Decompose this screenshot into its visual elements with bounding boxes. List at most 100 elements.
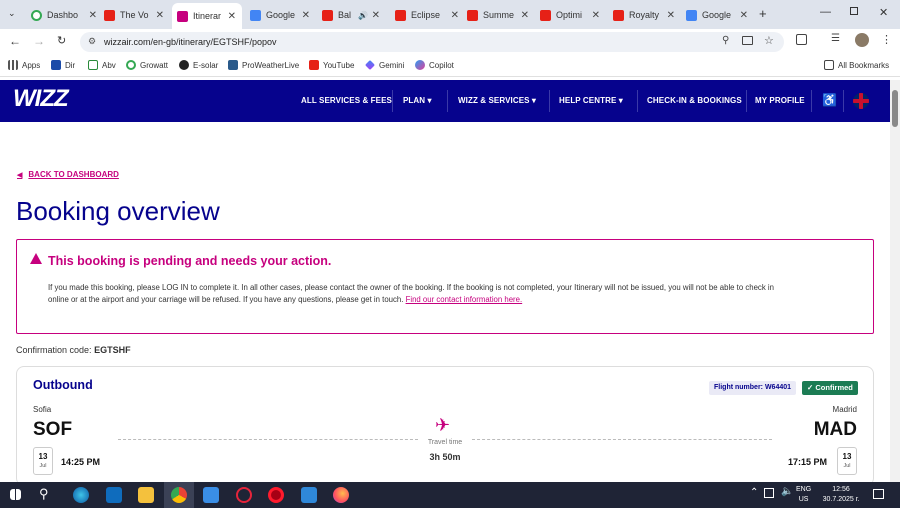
remote-desktop-icon[interactable] (301, 487, 317, 503)
tab-search-chevron-icon[interactable]: ⌄ (8, 8, 16, 19)
browser-tab[interactable]: Google ✕ (250, 4, 310, 26)
uk-flag-language-icon[interactable] (853, 93, 869, 109)
back-label: BACK TO DASHBOARD (28, 170, 119, 179)
browser-tab[interactable]: Royalty ✕ (613, 4, 675, 26)
nav-divider (843, 90, 844, 112)
profile-avatar[interactable] (855, 33, 869, 47)
all-bookmarks[interactable]: All Bookmarks (824, 60, 889, 70)
firefox-icon[interactable] (333, 487, 349, 503)
nav-plan[interactable]: PLAN ▾ (403, 96, 432, 105)
close-tab-icon[interactable]: ✕ (667, 10, 675, 21)
wizz-logo[interactable]: WIZZ (13, 85, 69, 113)
wizzair-favicon-icon (177, 10, 188, 22)
gemini-favicon-icon (365, 60, 375, 70)
browser-menu-icon[interactable]: ⋮ (881, 33, 892, 46)
back-arrow-icon[interactable]: ← (9, 34, 21, 48)
back-to-dashboard-link[interactable]: ◀ BACK TO DASHBOARD (17, 170, 119, 179)
caret-down-icon: ▾ (531, 96, 537, 105)
search-icon[interactable]: ⚲ (39, 486, 49, 502)
bookmark-abv[interactable]: Abv (88, 60, 116, 70)
chrome-icon[interactable] (171, 487, 187, 503)
nav-help-centre[interactable]: HELP CENTRE ▾ (559, 96, 623, 105)
browser-tab[interactable]: Optimi ✕ (540, 4, 600, 26)
minimize-window-icon[interactable]: — (820, 6, 831, 18)
volume-icon[interactable]: 🔈 (781, 486, 793, 497)
bookmark-label: Apps (22, 60, 41, 70)
notifications-icon[interactable] (873, 489, 884, 499)
bookmark-star-icon[interactable]: ☆ (764, 34, 774, 47)
store-icon[interactable] (203, 487, 219, 503)
close-window-icon[interactable]: ✕ (879, 6, 888, 19)
page-scrollbar[interactable] (890, 80, 900, 482)
site-header: WIZZ ALL SERVICES & FEES PLAN ▾ WIZZ & S… (0, 80, 890, 122)
opera-icon[interactable] (268, 487, 284, 503)
contact-info-link[interactable]: Find our contact information here. (406, 295, 523, 304)
status-label: Confirmed (815, 383, 853, 392)
bookmark-apps[interactable]: Apps (8, 60, 40, 70)
nav-wizz-services[interactable]: WIZZ & SERVICES ▾ (458, 96, 536, 105)
address-bar[interactable]: ⚙ wizzair.com/en-gb/itinerary/EGTSHF/pop… (80, 32, 784, 52)
close-tab-icon[interactable]: ✕ (740, 10, 748, 21)
browser-tab-strip: ⌄ Dashbo ✕ The Vo ✕ Itinerar ✕ Google ✕ … (0, 0, 900, 29)
youtube-favicon-icon (309, 60, 319, 70)
bookmark-youtube[interactable]: YouTube (309, 60, 354, 70)
reload-icon[interactable]: ↻ (57, 34, 66, 47)
browser-tab[interactable]: Bal 🔊 ✕ (322, 4, 380, 26)
bookmark-label: Growatt (140, 60, 169, 70)
bookmark-copilot[interactable]: Copilot (415, 60, 454, 70)
close-tab-icon[interactable]: ✕ (228, 11, 236, 22)
arrival-day: 13 (842, 452, 852, 461)
location-icon[interactable]: ⚲ (722, 35, 729, 46)
browser-tab-active[interactable]: Itinerar ✕ (172, 3, 242, 29)
tab-title: Royalty (629, 10, 660, 20)
browser-tab[interactable]: Dashbo ✕ (31, 4, 97, 26)
page-title: Booking overview (16, 196, 220, 226)
close-tab-icon[interactable]: ✕ (302, 10, 310, 21)
browser-tab[interactable]: The Vo ✕ (104, 4, 164, 26)
site-info-icon[interactable]: ⚙ (88, 36, 96, 47)
reading-list-icon[interactable]: ☰ (831, 33, 840, 44)
bookmark-esolar[interactable]: E-solar (179, 60, 218, 70)
file-explorer-icon[interactable] (138, 487, 154, 503)
close-tab-icon[interactable]: ✕ (89, 10, 97, 21)
bookmark-proweatherlive[interactable]: ProWeatherLive (228, 60, 299, 70)
browser-tab[interactable]: Google ✕ (686, 4, 748, 26)
nav-all-services[interactable]: ALL SERVICES & FEES (301, 96, 392, 105)
bookmarks-bar: Apps Dir Abv Growatt E-solar ProWeatherL… (0, 55, 900, 77)
bookmark-label: Abv (102, 60, 116, 70)
travel-time-value: 3h 50m (429, 452, 461, 462)
new-tab-icon[interactable]: + (759, 6, 767, 21)
bookmark-growatt[interactable]: Growatt (126, 60, 168, 70)
restore-window-icon[interactable] (850, 7, 858, 15)
install-app-icon[interactable] (742, 36, 753, 45)
bookmark-dir[interactable]: Dir (51, 60, 75, 70)
close-tab-icon[interactable]: ✕ (372, 10, 380, 21)
close-tab-icon[interactable]: ✕ (521, 10, 529, 21)
nav-my-profile[interactable]: MY PROFILE (755, 96, 805, 105)
forward-arrow-icon[interactable]: → (33, 34, 45, 48)
browser-tab[interactable]: Eclipse ✕ (395, 4, 459, 26)
close-tab-icon[interactable]: ✕ (451, 10, 459, 21)
opera-gx-icon[interactable] (236, 487, 252, 503)
scrollbar-thumb[interactable] (892, 90, 898, 127)
system-clock[interactable]: 12:56 30.7.2025 г. (818, 485, 864, 505)
edge-icon[interactable] (73, 487, 89, 503)
arrival-city: Madrid (832, 405, 857, 414)
bookmark-label: YouTube (323, 60, 355, 70)
google-translate-favicon-icon (686, 9, 697, 21)
browser-tab[interactable]: Summe ✕ (467, 4, 529, 26)
check-icon: ✓ (807, 383, 814, 392)
travel-time-label: Travel time (427, 439, 463, 446)
close-tab-icon[interactable]: ✕ (156, 10, 164, 21)
network-icon[interactable] (764, 488, 774, 498)
windows-start-icon[interactable] (10, 489, 21, 500)
accessibility-icon[interactable]: ♿ (822, 93, 837, 107)
extensions-icon[interactable] (796, 34, 807, 45)
nav-check-in-bookings[interactable]: CHECK-IN & BOOKINGS (647, 96, 742, 105)
bookmark-gemini[interactable]: Gemini (365, 60, 404, 70)
tray-overflow-chevron-icon[interactable]: ⌃ (750, 487, 758, 498)
outlook-icon[interactable] (106, 487, 122, 503)
audio-playing-icon[interactable]: 🔊 (358, 11, 368, 20)
close-tab-icon[interactable]: ✕ (592, 10, 600, 21)
input-language[interactable]: ENG US (796, 485, 811, 505)
